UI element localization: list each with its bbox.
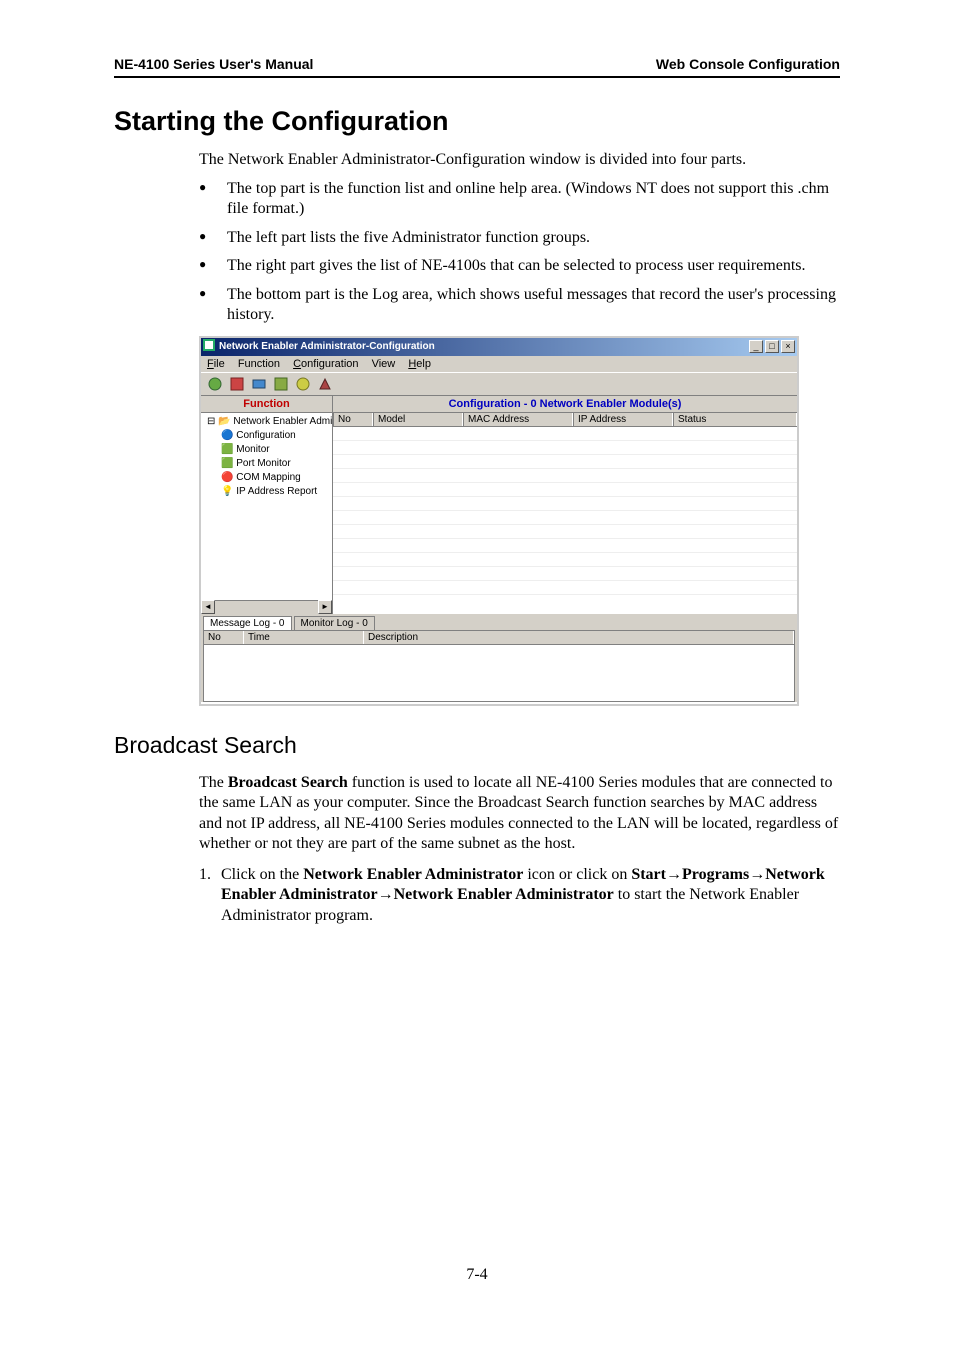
steps-list: 1. Click on the Network Enabler Administ…: [199, 865, 840, 926]
step-1: 1. Click on the Network Enabler Administ…: [199, 865, 840, 926]
grid-header-row: No Model MAC Address IP Address Status: [333, 413, 797, 427]
broadcast-search-paragraph: The Broadcast Search function is used to…: [199, 773, 840, 855]
close-button[interactable]: ×: [781, 340, 795, 353]
menu-bar: File Function Configuration View Help: [201, 356, 797, 372]
toolbar-icon-5[interactable]: [295, 376, 311, 392]
header-left: NE-4100 Series User's Manual: [114, 56, 313, 72]
window-titlebar: Network Enabler Administrator-Configurat…: [201, 338, 797, 356]
menu-view[interactable]: View: [372, 358, 396, 370]
menu-help[interactable]: Help: [408, 358, 431, 370]
bullet-item: The left part lists the five Administrat…: [199, 228, 840, 248]
toolbar-icon-1[interactable]: [207, 376, 223, 392]
page-header: NE-4100 Series User's Manual Web Console…: [114, 56, 840, 78]
function-pane: Function ⊟ 📂 Network Enabler Admin 🔵 Con…: [201, 396, 333, 614]
toolbar-icon-3[interactable]: [251, 376, 267, 392]
menu-file[interactable]: File: [207, 358, 225, 370]
maximize-button[interactable]: □: [765, 340, 779, 353]
bullet-item: The top part is the function list and on…: [199, 179, 840, 220]
configuration-pane: Configuration - 0 Network Enabler Module…: [333, 396, 797, 614]
heading-starting-configuration: Starting the Configuration: [114, 106, 840, 137]
col-no[interactable]: No: [333, 413, 373, 426]
menu-function[interactable]: Function: [238, 358, 280, 370]
app-icon: [203, 339, 215, 354]
toolbar-icon-2[interactable]: [229, 376, 245, 392]
bullet-item: The right part gives the list of NE-4100…: [199, 256, 840, 276]
log-col-no[interactable]: No: [204, 631, 244, 644]
tree-scrollbar[interactable]: ◄ ►: [201, 600, 332, 614]
tree-item-monitor[interactable]: 🟩 Monitor: [203, 443, 330, 457]
log-area: Message Log - 0 Monitor Log - 0 No Time …: [201, 614, 797, 702]
header-right: Web Console Configuration: [656, 56, 840, 72]
window-title: Network Enabler Administrator-Configurat…: [219, 341, 435, 352]
col-mac[interactable]: MAC Address: [463, 413, 573, 426]
configuration-header: Configuration - 0 Network Enabler Module…: [333, 396, 797, 413]
log-table: No Time Description: [203, 630, 795, 702]
tab-message-log[interactable]: Message Log - 0: [203, 616, 292, 630]
function-header: Function: [201, 396, 332, 413]
tree-item-configuration[interactable]: 🔵 Configuration: [203, 429, 330, 443]
minimize-button[interactable]: _: [749, 340, 763, 353]
app-screenshot: Network Enabler Administrator-Configurat…: [199, 336, 799, 706]
toolbar: [201, 372, 797, 396]
tree-item-port-monitor[interactable]: 🟩 Port Monitor: [203, 457, 330, 471]
page-number: 7-4: [114, 1266, 840, 1284]
tab-monitor-log[interactable]: Monitor Log - 0: [294, 616, 375, 630]
heading-broadcast-search: Broadcast Search: [114, 732, 840, 759]
grid-body[interactable]: [333, 427, 797, 614]
bullet-item: The bottom part is the Log area, which s…: [199, 285, 840, 326]
col-model[interactable]: Model: [373, 413, 463, 426]
col-ip[interactable]: IP Address: [573, 413, 673, 426]
bullet-list: The top part is the function list and on…: [199, 179, 840, 326]
function-tree[interactable]: ⊟ 📂 Network Enabler Admin 🔵 Configuratio…: [201, 413, 332, 614]
log-col-time[interactable]: Time: [244, 631, 364, 644]
intro-paragraph: The Network Enabler Administrator-Config…: [199, 151, 840, 169]
menu-configuration[interactable]: Configuration: [293, 358, 358, 370]
scroll-right-icon[interactable]: ►: [318, 600, 332, 614]
col-status[interactable]: Status: [673, 413, 797, 426]
tree-item-ip-report[interactable]: 💡 IP Address Report: [203, 485, 330, 499]
tree-item-com-mapping[interactable]: 🔴 COM Mapping: [203, 471, 330, 485]
tree-root: ⊟ 📂 Network Enabler Admin: [203, 415, 330, 429]
scroll-left-icon[interactable]: ◄: [201, 600, 215, 614]
toolbar-icon-6[interactable]: [317, 376, 333, 392]
log-col-desc[interactable]: Description: [364, 631, 794, 644]
toolbar-icon-4[interactable]: [273, 376, 289, 392]
